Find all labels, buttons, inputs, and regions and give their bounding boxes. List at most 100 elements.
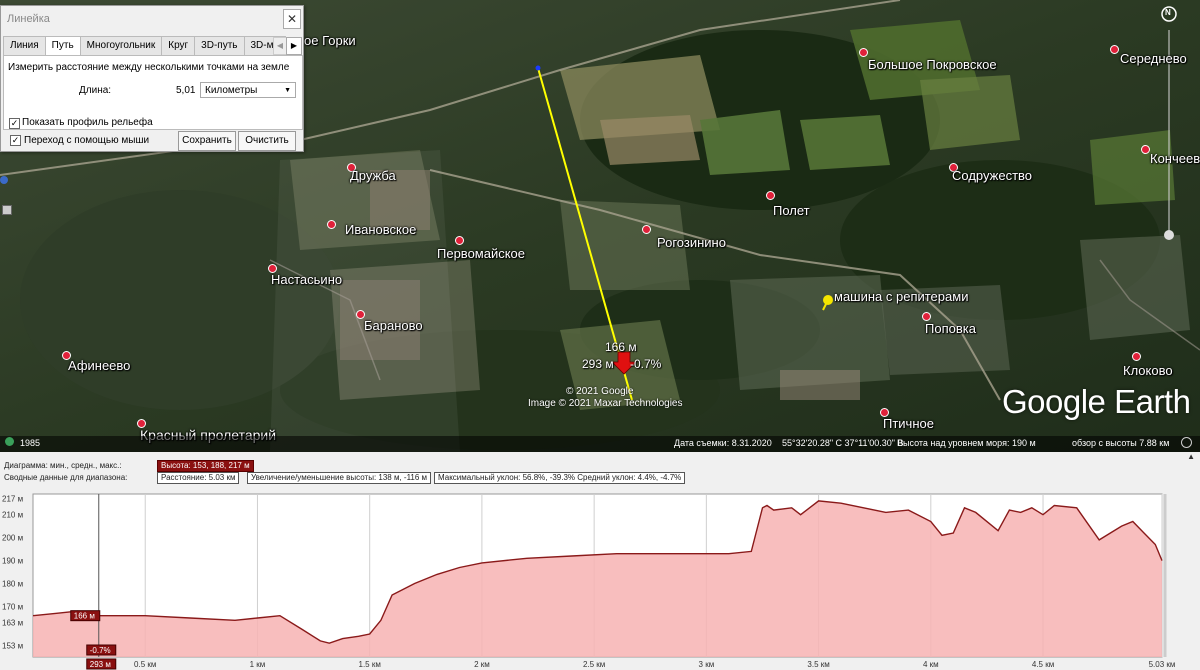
north-compass-icon[interactable]: N bbox=[1165, 8, 1171, 17]
place-dot bbox=[766, 191, 775, 200]
sidebar-toggle-icon[interactable] bbox=[2, 205, 12, 215]
tab-polygon[interactable]: Многоугольник bbox=[79, 36, 163, 55]
status-bar: 1985 Дата съемки: 8.31.2020 55°32'20.28"… bbox=[0, 436, 1200, 452]
place-label: Большое Покровское bbox=[868, 57, 997, 72]
place-label: Клоково bbox=[1123, 363, 1173, 378]
x-tick-label: 2.5 км bbox=[583, 660, 605, 669]
profile-elevation-stats: Высота: 153, 188, 217 м bbox=[157, 460, 254, 472]
cursor-distance-label: 293 м bbox=[582, 357, 614, 371]
profile-range-slope: Максимальный уклон: 56.8%, -39.3% Средни… bbox=[434, 472, 686, 484]
tabs-scroll-left-icon[interactable]: ◀ bbox=[273, 37, 287, 55]
place-dot bbox=[327, 220, 336, 229]
profile-range-distance: Расстояние: 5.03 км bbox=[157, 472, 240, 484]
y-tick-label: 163 м bbox=[2, 619, 23, 628]
place-dot bbox=[922, 312, 931, 321]
place-label: Дружба bbox=[350, 168, 396, 183]
cursor-coordinates: 55°32'20.28" С 37°11'00.30" В bbox=[782, 438, 904, 448]
cursor-elevation-label: 166 м bbox=[605, 340, 637, 354]
imagery-date: Дата съемки: 8.31.2020 bbox=[674, 438, 772, 448]
cursor-slope-tag: -0.7% bbox=[90, 646, 111, 655]
profile-range-gain: Увеличение/уменьшение высоты: 138 м, -11… bbox=[247, 472, 432, 484]
place-dot bbox=[1110, 45, 1119, 54]
path-start-point bbox=[535, 65, 541, 71]
place-label: Кончеево bbox=[1150, 151, 1200, 166]
place-label: Рогозинино bbox=[657, 235, 726, 250]
place-dot bbox=[1132, 352, 1141, 361]
place-label: ое Горки bbox=[304, 33, 356, 48]
ruler-tabs: Линия Путь Многоугольник Круг 3D-путь 3D-мн bbox=[3, 36, 301, 55]
tabs-scroll-right-icon[interactable]: ▶ bbox=[286, 37, 302, 55]
x-tick-label: 2 км bbox=[474, 660, 490, 669]
imagery-year[interactable]: 1985 bbox=[20, 438, 40, 448]
x-tick-label: 4 км bbox=[923, 660, 939, 669]
y-tick-label: 153 м bbox=[2, 642, 23, 651]
place-label: Поповка bbox=[925, 321, 976, 336]
tab-circle[interactable]: Круг bbox=[161, 36, 196, 55]
profile-range-row: Сводные данные для диапазона: Расстояние… bbox=[0, 472, 1200, 484]
cursor-elevation-tag: 166 м bbox=[74, 612, 95, 621]
x-tick-label: 3.5 км bbox=[807, 660, 829, 669]
path-description: Измерить расстояние между несколькими то… bbox=[8, 62, 290, 73]
cursor-slope-label: -0.7% bbox=[630, 357, 662, 371]
place-label: Полет bbox=[773, 203, 810, 218]
eye-altitude: обзор с высоты 7.88 км bbox=[1072, 438, 1170, 448]
path-panel: Измерить расстояние между несколькими то… bbox=[3, 55, 303, 130]
tab-3d-path[interactable]: 3D-путь bbox=[194, 36, 245, 55]
place-label: Ивановское bbox=[345, 222, 417, 237]
y-tick-label: 217 м bbox=[2, 495, 23, 504]
x-tick-label: 4.5 км bbox=[1032, 660, 1054, 669]
units-select[interactable]: Километры ▼ bbox=[200, 82, 296, 98]
show-profile-checkbox[interactable]: ✓ bbox=[9, 118, 20, 129]
tab-line[interactable]: Линия bbox=[3, 36, 46, 55]
y-tick-label: 210 м bbox=[2, 511, 23, 520]
mouse-nav-label[interactable]: Переход с помощью мыши bbox=[24, 135, 149, 146]
ruler-dialog: Линейка ✕ Линия Путь Многоугольник Круг 3D-п… bbox=[0, 5, 304, 152]
chevron-down-icon: ▼ bbox=[284, 87, 291, 94]
place-label: Содружество bbox=[952, 168, 1033, 183]
place-dot bbox=[455, 236, 464, 245]
y-tick-label: 200 м bbox=[2, 534, 23, 543]
close-button[interactable]: ✕ bbox=[283, 9, 301, 29]
dialog-title: Линейка bbox=[7, 13, 50, 25]
globe-icon bbox=[0, 176, 8, 184]
zoom-slider-handle[interactable] bbox=[1164, 230, 1174, 240]
cursor-distance-tag: 293 м bbox=[90, 660, 111, 669]
x-tick-label: 1 км bbox=[250, 660, 266, 669]
place-label: Настасьино bbox=[271, 272, 343, 287]
elevation-chart[interactable]: 0.5 км 1 км 1.5 км 2 км 2.5 км 3 км 3.5 км 4 км… bbox=[0, 486, 1200, 670]
profile-range-label: Сводные данные для диапазона: bbox=[4, 473, 128, 482]
x-tick-label: 0.5 км bbox=[134, 660, 156, 669]
copyright-maxar: Image © 2021 Maxar Technologies bbox=[528, 398, 683, 409]
loading-indicator-icon bbox=[1181, 437, 1192, 448]
place-label: Бараново bbox=[364, 318, 423, 333]
clear-button[interactable]: Очистить bbox=[238, 131, 296, 151]
profile-summary-row: Диаграмма: мин., средн., макс.: Высота: … bbox=[0, 460, 1200, 472]
google-earth-logo: Google Earth bbox=[1002, 383, 1191, 420]
y-tick-label: 170 м bbox=[2, 602, 23, 611]
place-label: Птичное bbox=[883, 416, 934, 431]
history-globe-icon[interactable] bbox=[5, 437, 14, 446]
show-profile-label[interactable]: Показать профиль рельефа bbox=[22, 117, 153, 128]
place-dot bbox=[859, 48, 868, 57]
tab-path[interactable]: Путь bbox=[44, 36, 81, 55]
y-tick-label: 180 м bbox=[2, 580, 23, 589]
y-tick-label: 190 м bbox=[2, 557, 23, 566]
expand-icon[interactable]: ▲ bbox=[1187, 452, 1195, 461]
place-dot bbox=[642, 225, 651, 234]
length-label: Длина: bbox=[79, 85, 112, 96]
place-label: Середнево bbox=[1120, 51, 1187, 66]
elevation-profile-panel: ▲ Диаграмма: мин., средн., макс.: Высота… bbox=[0, 452, 1200, 670]
x-tick-label: 5.03 км bbox=[1149, 660, 1176, 669]
ground-elevation: Высота над уровнем моря: 190 м bbox=[897, 438, 1036, 448]
mouse-nav-checkbox[interactable]: ✓ bbox=[10, 135, 21, 146]
place-label: Афинеево bbox=[68, 358, 131, 373]
x-tick-label: 1.5 км bbox=[359, 660, 381, 669]
place-dot bbox=[1141, 145, 1150, 154]
profile-chart-label: Диаграмма: мин., средн., макс.: bbox=[4, 461, 122, 470]
place-label: Первомайское bbox=[437, 246, 526, 261]
save-button[interactable]: Сохранить bbox=[178, 131, 236, 151]
copyright-google: © 2021 Google bbox=[566, 386, 634, 397]
units-selected: Километры bbox=[205, 85, 258, 96]
x-tick-label: 3 км bbox=[699, 660, 715, 669]
placemark-label[interactable]: машина с репитерами bbox=[834, 289, 968, 304]
